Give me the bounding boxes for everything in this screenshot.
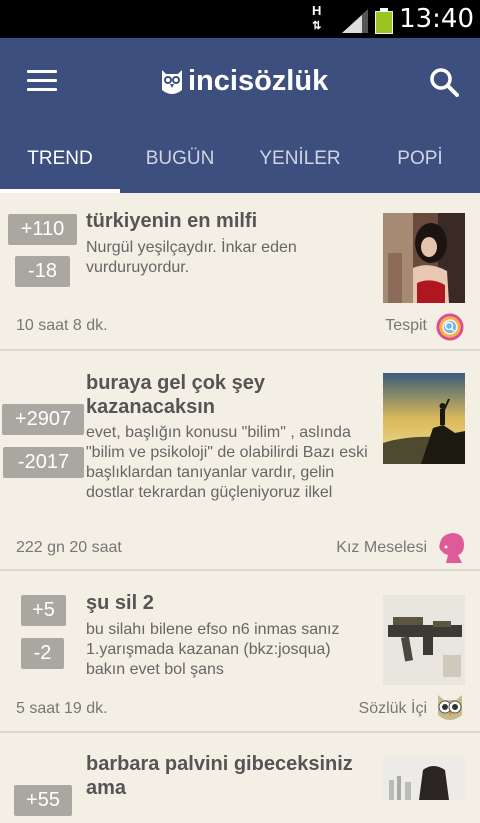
downvote-button[interactable]: -2	[21, 638, 64, 669]
entry-category[interactable]: Tespit	[385, 317, 427, 335]
upvote-button[interactable]: +110	[8, 214, 77, 245]
entry-category[interactable]: Sözlük İçi	[359, 700, 427, 718]
entry-excerpt: bu silahı bilene efso n6 inmas sanız 1.y…	[86, 621, 340, 678]
battery-icon	[375, 8, 393, 34]
list-item[interactable]: +55 barbara palvini gibeceksiniz ama	[0, 733, 480, 823]
list-item[interactable]: +2907 -2017 buraya gel çok şey kazanacak…	[0, 351, 480, 571]
list-item[interactable]: +5 -2 şu sil 2 bu silahı bilene efso n6 …	[0, 571, 480, 733]
entry-title[interactable]: türkiyenin en milfi	[86, 209, 371, 233]
tab-bar: TREND BUGÜN YENİLER POPİ	[0, 134, 480, 193]
signal-icon	[342, 9, 368, 33]
girl-silhouette-icon	[439, 533, 464, 563]
thumbnail-image-icon	[383, 756, 465, 800]
search-icon[interactable]	[429, 67, 459, 97]
tab-trend[interactable]: TREND	[0, 144, 120, 178]
tab-popi[interactable]: POPİ	[360, 144, 480, 178]
entry-thumbnail[interactable]	[383, 213, 465, 303]
magnifier-category-icon	[436, 313, 464, 341]
menu-icon[interactable]	[27, 70, 57, 92]
entry-thumbnail[interactable]	[383, 595, 465, 685]
entry-excerpt: evet, başlığın konusu "bilim" , aslında …	[86, 424, 368, 501]
network-type-indicator: H ⇅	[312, 3, 322, 33]
entry-excerpt: Nurgül yeşilçaydır. İnkar eden vurduruyo…	[86, 239, 297, 276]
downvote-button[interactable]: -18	[15, 256, 70, 287]
thumbnail-image-icon	[383, 213, 465, 303]
entry-time: 5 saat 19 dk.	[16, 700, 108, 717]
status-bar: H ⇅ 13:40	[0, 0, 480, 38]
upvote-button[interactable]: +2907	[2, 404, 84, 435]
downvote-button[interactable]: -2017	[3, 447, 84, 478]
upvote-button[interactable]: +55	[14, 785, 72, 816]
entry-time: 10 saat 8 dk.	[16, 317, 108, 334]
entry-title[interactable]: buraya gel çok şey kazanacaksın	[86, 371, 371, 419]
thumbnail-image-icon	[383, 373, 465, 464]
entry-thumbnail[interactable]	[383, 756, 465, 800]
entry-title[interactable]: şu sil 2	[86, 591, 371, 615]
owl-logo-icon	[162, 70, 182, 94]
entry-title[interactable]: barbara palvini gibeceksiniz ama	[86, 752, 371, 800]
upvote-button[interactable]: +5	[21, 595, 66, 626]
logo-text: incisözlük	[188, 64, 329, 97]
entry-time: 222 gn 20 saat	[16, 539, 122, 556]
tab-yeniler[interactable]: YENİLER	[240, 144, 360, 178]
tab-bugun[interactable]: BUGÜN	[120, 144, 240, 178]
entry-thumbnail[interactable]	[383, 373, 465, 464]
thumbnail-image-icon	[383, 595, 465, 685]
owl-category-icon	[438, 695, 462, 720]
entry-category[interactable]: Kız Meselesi	[336, 539, 427, 557]
list-item[interactable]: +110 -18 türkiyenin en milfi Nurgül yeşi…	[0, 193, 480, 351]
app-logo[interactable]: incisözlük	[160, 63, 328, 99]
clock: 13:40	[399, 4, 474, 34]
